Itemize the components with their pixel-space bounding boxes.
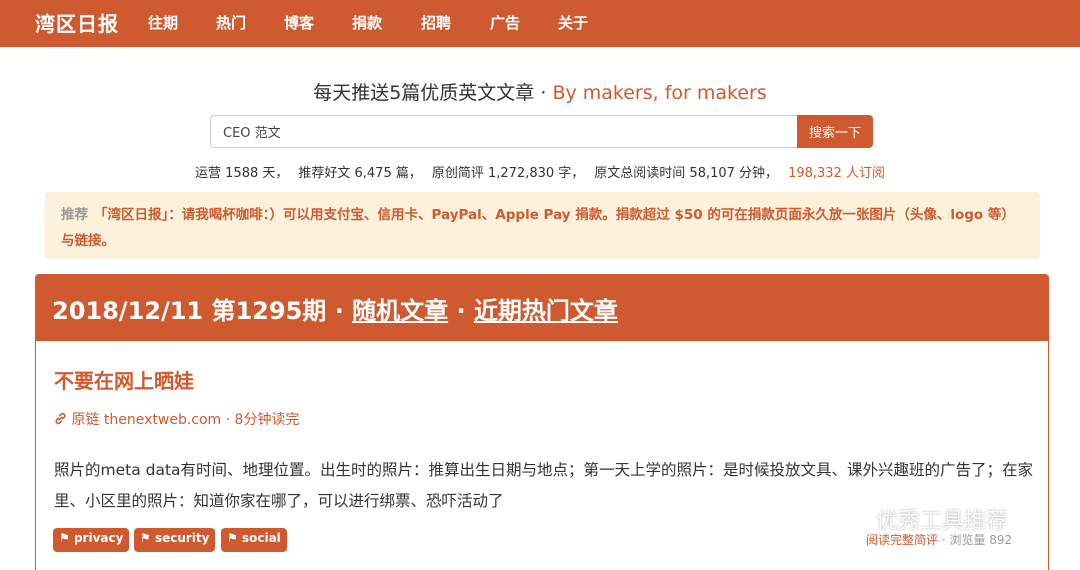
tag-icon: ⚑ [59,531,70,545]
tag-label: privacy [73,531,124,545]
search-input[interactable] [210,115,798,148]
nav-donate[interactable]: 捐款 [352,12,382,33]
tag-label: social [241,531,281,545]
nav-hot[interactable]: 热门 [216,12,246,33]
article-title[interactable]: 不要在网上晒娃 [54,365,194,394]
issue-separator: · [448,297,474,325]
stat-comments: 原创简评 1,272,830 字， [431,166,585,181]
nav-blog[interactable]: 博客 [284,12,314,33]
tag-privacy[interactable]: ⚑ privacy [53,528,130,552]
nav-archive[interactable]: 往期 [148,12,178,33]
stat-subscribers-link[interactable]: 198,332 人订阅 [788,166,885,181]
watermark-text: 优秀工具推荐 [876,509,1009,534]
tag-label: security [154,531,210,545]
donation-alert: 推荐 「湾区日报」：请我喝杯咖啡：）可以用支付宝、信用卡、PayPal、Apple… [45,192,1040,259]
tagline-accent: By makers, for makers [552,82,767,104]
read-time: · 8分钟读完 [221,412,300,428]
tag-security[interactable]: ⚑ security [134,528,216,552]
link-icon [55,412,66,425]
random-article-link[interactable]: 随机文章 [352,297,448,325]
view-count: · 浏览量 892 [938,533,1013,547]
wechat-icon [840,511,869,533]
issue-header: 2018/12/11 第1295期 · 随机文章 · 近期热门文章 [36,275,1048,341]
top-navbar: 湾区日报 往期 热门 博客 捐款 招聘 广告 关于 [0,0,1080,47]
search-button[interactable]: 搜索一下 [797,115,873,148]
alert-label: 推荐 [61,207,88,223]
wechat-watermark: 优秀工具推荐 [840,503,1008,535]
source-link[interactable]: 原链 [71,412,99,428]
source-domain[interactable]: thenextweb.com [104,412,221,428]
alert-message-link[interactable]: 「湾区日报」：请我喝杯咖啡：）可以用支付宝、信用卡、PayPal、Apple P… [61,207,1015,249]
article-meta: 原链 thenextweb.com · 8分钟读完 [54,409,299,429]
tag-icon: ⚑ [227,531,238,545]
tag-icon: ⚑ [140,531,151,545]
site-stats: 运营 1588 天， 推荐好文 6,475 篇， 原创简评 1,272,830 字，… [0,162,1080,181]
nav-about[interactable]: 关于 [558,12,588,33]
tag-social[interactable]: ⚑ social [221,528,287,552]
issue-title: 2018/12/11 第1295期 · [52,297,353,325]
hot-articles-link[interactable]: 近期热门文章 [474,297,618,325]
nav-jobs[interactable]: 招聘 [421,12,451,33]
stat-articles: 推荐好文 6,475 篇， [298,166,422,181]
brand-logo[interactable]: 湾区日报 [35,8,119,37]
stat-running-days: 运营 1588 天， [195,166,289,181]
read-full-review-link[interactable]: 阅读完整简评 [866,533,938,547]
nav-ads[interactable]: 广告 [490,12,520,33]
stat-reading-time: 原文总阅读时间 58,107 分钟， [594,166,779,181]
tagline-main: 每天推送5篇优质英文文章 · [313,82,553,104]
tagline: 每天推送5篇优质英文文章 · By makers, for makers [0,78,1080,105]
